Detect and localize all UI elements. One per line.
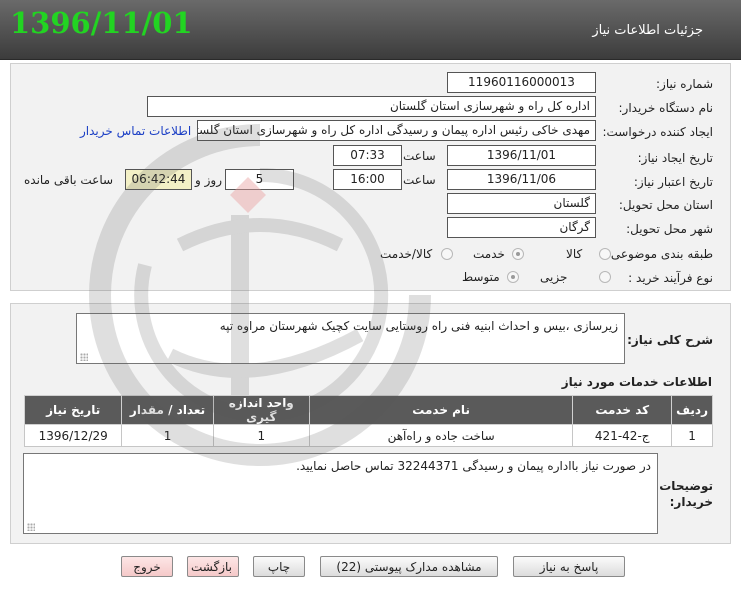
category-radio-goods[interactable] [599, 248, 611, 260]
buyer-notes-text: در صورت نیاز بااداره پیمان و رسیدگی 3224… [296, 459, 651, 473]
requester-label: ایجاد کننده درخواست: [602, 125, 713, 139]
category-option-goods: کالا [566, 247, 583, 261]
description-field: زیرسازی ،بیس و احداث ابنیه فنی راه روستا… [76, 313, 625, 364]
col-need-date: تاریخ نیاز [23, 395, 123, 425]
category-option-service: خدمت [473, 247, 505, 261]
services-title: اطلاعات خدمات مورد نیاز [561, 375, 712, 389]
contact-buyer-link[interactable]: اطلاعات تماس خریدار [80, 124, 191, 138]
purchase-radio-medium[interactable] [507, 271, 519, 283]
page-title: جزئیات اطلاعات نیاز [592, 23, 703, 38]
validity-days-label: روز و [195, 173, 222, 187]
validity-date-label: تاریخ اعتبار نیاز: [633, 175, 713, 189]
remaining-time-field: 06:42:44 [125, 169, 192, 190]
services-table: ردیف کد خدمت نام خدمت واحد اندازه گیری ت… [23, 395, 713, 447]
buyer-org-field: اداره کل راه و شهرسازی استان گلستان [147, 96, 596, 117]
col-quantity: تعداد / مقدار [121, 395, 214, 425]
buyer-org-label: نام دستگاه خریدار: [618, 101, 714, 115]
col-service-name: نام خدمت [308, 395, 574, 425]
validity-time-field: 16:00 [333, 169, 402, 190]
purchase-option-minor: جزیی [540, 270, 568, 284]
cell-service-code: ج-42-421 [572, 424, 673, 447]
col-service-code: کد خدمت [572, 395, 673, 425]
description-label: شرح کلی نیاز: [627, 333, 713, 347]
header-date: 1396/11/01 [10, 6, 193, 40]
created-date-field: 1396/11/01 [447, 145, 596, 166]
need-number-field: 11960116000013 [447, 72, 596, 93]
need-number-label: شماره نیاز: [656, 77, 713, 91]
page-header: جزئیات اطلاعات نیاز 1396/11/01 [0, 0, 741, 60]
category-option-goods-service: کالا/خدمت [380, 247, 433, 261]
cell-unit: 1 [212, 424, 310, 447]
print-button[interactable]: چاپ [253, 556, 305, 577]
province-field: گلستان [447, 193, 596, 214]
validity-time-label: ساعت [403, 173, 436, 187]
created-time-field: 07:33 [333, 145, 402, 166]
requester-field: مهدی خاکی رئیس اداره پیمان و رسیدگی ادار… [197, 120, 596, 141]
resize-grip[interactable] [27, 523, 35, 531]
purchase-radio-minor[interactable] [599, 271, 611, 283]
city-field: گرگان [447, 217, 596, 238]
exit-button[interactable]: خروج [121, 556, 173, 577]
view-documents-button[interactable]: مشاهده مدارک پیوستی (22) [320, 556, 498, 577]
table-row: 1 ج-42-421 ساخت جاده و راه‌آهن 1 1 1396/… [23, 424, 713, 447]
buyer-notes-field: در صورت نیاز بااداره پیمان و رسیدگی 3224… [23, 453, 658, 534]
reply-button[interactable]: پاسخ به نیاز [513, 556, 625, 577]
category-label: طبقه بندی موضوعی: [606, 247, 713, 261]
buyer-notes-label: توضیحات خریدار: [653, 478, 713, 510]
purchase-type-label: نوع فرآیند خرید : [628, 271, 713, 285]
remaining-time-label: ساعت باقی مانده [24, 173, 114, 187]
cell-service-name: ساخت جاده و راه‌آهن [308, 424, 574, 447]
cell-need-date: 1396/12/29 [23, 424, 123, 447]
created-time-label: ساعت [403, 149, 436, 163]
col-unit: واحد اندازه گیری [212, 395, 310, 425]
city-label: شهر محل تحویل: [626, 222, 713, 236]
purchase-option-medium: متوسط [462, 270, 500, 284]
resize-grip[interactable] [80, 353, 88, 361]
category-radio-service[interactable] [512, 248, 524, 260]
created-date-label: تاریخ ایجاد نیاز: [637, 151, 713, 165]
cell-quantity: 1 [121, 424, 214, 447]
table-header-row: ردیف کد خدمت نام خدمت واحد اندازه گیری ت… [23, 395, 713, 425]
col-row: ردیف [671, 395, 713, 425]
cell-row: 1 [671, 424, 713, 447]
validity-date-field: 1396/11/06 [447, 169, 596, 190]
validity-days-field: 5 [225, 169, 294, 190]
province-label: استان محل تحویل: [618, 198, 713, 212]
category-radio-goods-service[interactable] [441, 248, 453, 260]
back-button[interactable]: بازگشت [187, 556, 239, 577]
buyer-notes-label-text: توضیحات خریدار: [659, 479, 713, 509]
description-text: زیرسازی ،بیس و احداث ابنیه فنی راه روستا… [219, 319, 618, 333]
